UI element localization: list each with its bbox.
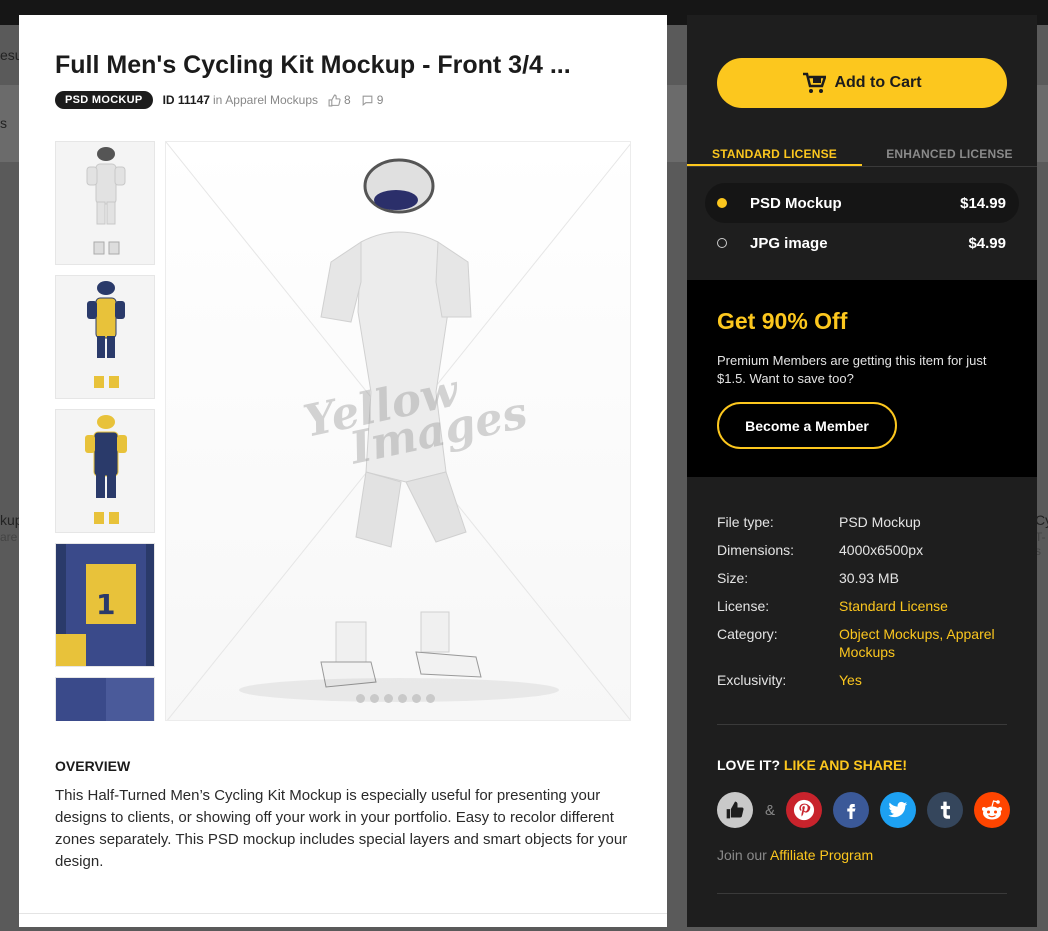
likes-count: 8 bbox=[344, 93, 351, 107]
purchase-panel: Add to Cart STANDARD LICENSE ENHANCED LI… bbox=[687, 15, 1037, 927]
cart-icon bbox=[803, 72, 827, 93]
become-member-button[interactable]: Become a Member bbox=[717, 402, 897, 449]
info-row-exclusivity: Exclusivity: Yes bbox=[717, 671, 1017, 689]
thumbnail-yellow-kit[interactable] bbox=[55, 275, 155, 399]
radio-unselected bbox=[717, 238, 727, 248]
info-row-file-type: File type: PSD Mockup bbox=[717, 513, 1017, 531]
love-prefix: LOVE IT? bbox=[717, 757, 780, 773]
info-value: PSD Mockup bbox=[839, 514, 921, 530]
thumbs-up-icon bbox=[726, 801, 744, 819]
thumbnail-detail-jersey[interactable]: 1 bbox=[55, 543, 155, 667]
info-row-size: Size: 30.93 MB bbox=[717, 569, 1017, 587]
affiliate-program-link[interactable]: Affiliate Program bbox=[770, 847, 873, 863]
twitter-icon bbox=[888, 801, 908, 818]
background-text: are bbox=[0, 530, 18, 544]
carousel-dot[interactable] bbox=[426, 694, 435, 703]
overview-text: This Half-Turned Men’s Cycling Kit Mocku… bbox=[55, 787, 628, 870]
info-key: Exclusivity: bbox=[717, 672, 787, 688]
like-button[interactable] bbox=[717, 792, 753, 828]
carousel-dot[interactable] bbox=[412, 694, 421, 703]
in-label: in bbox=[212, 93, 223, 107]
info-key: Dimensions: bbox=[717, 542, 795, 558]
divider bbox=[717, 893, 1007, 894]
add-to-cart-label: Add to Cart bbox=[834, 74, 922, 91]
promo-text: Premium Members are getting this item fo… bbox=[717, 353, 987, 386]
info-value: 4000x6500px bbox=[839, 542, 924, 558]
facebook-share-button[interactable] bbox=[833, 792, 870, 828]
carousel-dot[interactable] bbox=[384, 694, 393, 703]
thumbnail-white-kit[interactable] bbox=[55, 141, 155, 265]
comments-count: 9 bbox=[376, 93, 384, 107]
ampersand: & bbox=[765, 801, 776, 819]
carousel-dot[interactable] bbox=[398, 694, 407, 703]
pinterest-share-button[interactable] bbox=[786, 792, 823, 828]
radio-selected bbox=[717, 198, 727, 208]
love-suffix: LIKE AND SHARE! bbox=[783, 757, 908, 773]
info-row-category: Category: Object Mockups, Apparel Mockup… bbox=[717, 625, 1017, 661]
divider bbox=[19, 913, 667, 914]
thumbs-up-icon bbox=[328, 94, 341, 106]
carousel-dot[interactable] bbox=[370, 694, 379, 703]
license-link[interactable]: Standard License bbox=[839, 597, 1017, 615]
twitter-share-button[interactable] bbox=[880, 792, 917, 828]
carousel-dots bbox=[356, 694, 440, 703]
svg-text:1: 1 bbox=[96, 588, 115, 621]
thumbnail-yellow-kit-back[interactable] bbox=[55, 409, 155, 533]
comment-icon bbox=[362, 95, 373, 106]
info-row-license: License: Standard License bbox=[717, 597, 1017, 615]
background-text: s bbox=[0, 115, 7, 131]
promo-box: Get 90% Off Premium Members are getting … bbox=[687, 280, 1037, 477]
tab-enhanced-license[interactable]: ENHANCED LICENSE bbox=[862, 139, 1037, 166]
affiliate-prefix: Join our bbox=[717, 847, 767, 863]
product-meta: PSD MOCKUP ID 11147 in Apparel Mockups 8… bbox=[55, 91, 393, 109]
overview-heading: OVERVIEW bbox=[55, 758, 131, 774]
love-heading: LOVE IT? LIKE AND SHARE! bbox=[717, 757, 907, 773]
divider bbox=[717, 724, 1007, 725]
carousel-dot[interactable] bbox=[356, 694, 365, 703]
reddit-icon bbox=[982, 800, 1003, 820]
option-psd-mockup[interactable]: PSD Mockup $14.99 bbox=[705, 183, 1019, 223]
option-name: JPG image bbox=[750, 234, 828, 252]
page-title: Full Men's Cycling Kit Mockup - Front 3/… bbox=[55, 51, 571, 79]
info-key: License: bbox=[717, 598, 770, 614]
thumbnail-strip: 1 bbox=[55, 141, 155, 721]
license-tabs: STANDARD LICENSE ENHANCED LICENSE bbox=[687, 139, 1037, 167]
category-links[interactable]: Object Mockups, Apparel Mockups bbox=[839, 625, 1017, 661]
info-key: Size: bbox=[717, 570, 749, 586]
type-badge[interactable]: PSD MOCKUP bbox=[55, 91, 153, 109]
facebook-icon bbox=[847, 804, 856, 819]
info-value: 30.93 MB bbox=[839, 570, 899, 586]
affiliate-line: Join our Affiliate Program bbox=[717, 847, 873, 863]
product-detail-panel: Full Men's Cycling Kit Mockup - Front 3/… bbox=[19, 15, 667, 927]
thumbnail-detail-logo[interactable] bbox=[55, 677, 155, 721]
comments-counter[interactable]: 9 bbox=[361, 93, 384, 107]
info-key: File type: bbox=[717, 514, 774, 530]
main-preview-image[interactable]: Yellow Images bbox=[165, 141, 631, 721]
product-id: ID 11147 bbox=[162, 93, 210, 107]
social-share-row: & bbox=[717, 792, 1021, 828]
option-jpg-image[interactable]: JPG image $4.99 bbox=[705, 223, 1019, 263]
add-to-cart-button[interactable]: Add to Cart bbox=[717, 58, 1007, 108]
pinterest-icon bbox=[793, 799, 815, 821]
exclusivity-value[interactable]: Yes bbox=[839, 671, 1017, 689]
option-price: $4.99 bbox=[968, 234, 1006, 252]
reddit-share-button[interactable] bbox=[974, 792, 1011, 828]
tab-standard-license[interactable]: STANDARD LICENSE bbox=[687, 139, 862, 166]
likes-counter[interactable]: 8 bbox=[328, 93, 351, 107]
tumblr-icon bbox=[940, 801, 951, 819]
info-key: Category: bbox=[717, 626, 778, 642]
tumblr-share-button[interactable] bbox=[927, 792, 964, 828]
option-name: PSD Mockup bbox=[750, 194, 842, 212]
option-price: $14.99 bbox=[960, 194, 1006, 212]
category-link[interactable]: Apparel Mockups bbox=[225, 93, 318, 107]
file-info: File type: PSD Mockup Dimensions: 4000x6… bbox=[717, 513, 1017, 699]
info-row-dimensions: Dimensions: 4000x6500px bbox=[717, 541, 1017, 559]
promo-title: Get 90% Off bbox=[717, 308, 848, 334]
